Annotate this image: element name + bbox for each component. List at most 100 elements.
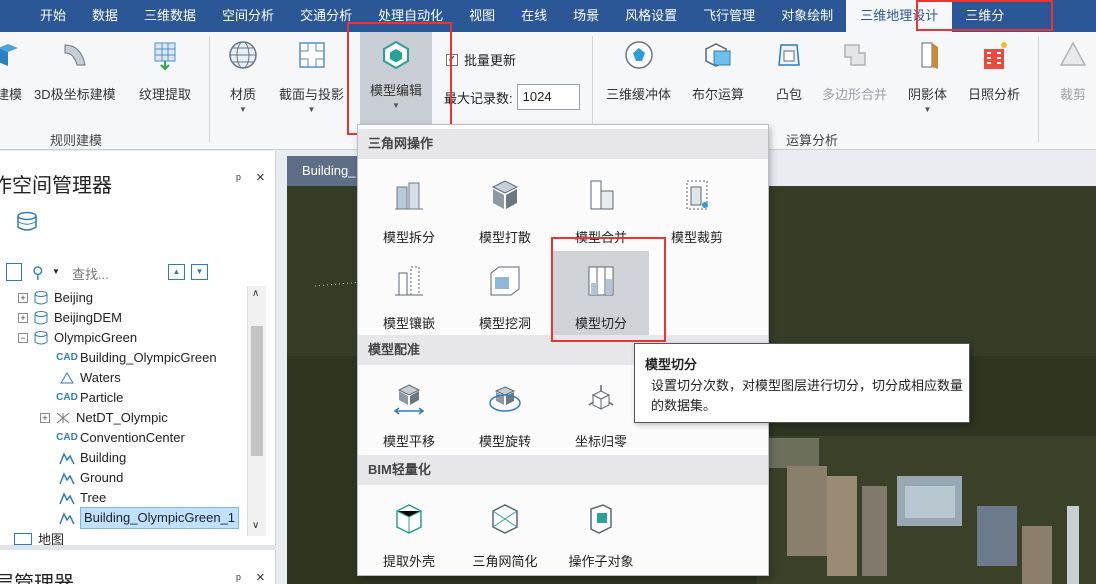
tree-item-ground[interactable]: Ground <box>58 468 123 488</box>
menu-automation[interactable]: 处理自动化 <box>365 0 456 32</box>
model-inlay-button[interactable]: 模型镶嵌 <box>361 251 457 335</box>
menu-bar: 开始 数据 三维数据 空间分析 交通分析 处理自动化 视图 在线 场景 风格设置… <box>0 0 1096 32</box>
expand-icon[interactable]: + <box>18 313 28 323</box>
batch-update-label: 批量更新 <box>464 53 517 68</box>
menu-3d-analysis[interactable]: 三维分 <box>952 0 1017 32</box>
extract-shell-button[interactable]: 提取外壳 <box>361 489 457 573</box>
tree-item-label: Particle <box>80 390 124 405</box>
model-clip-button[interactable]: 模型裁剪 <box>649 165 745 249</box>
document-icon[interactable] <box>6 263 22 281</box>
tree-item-beijing[interactable]: + Beijing <box>18 288 93 308</box>
menu-home[interactable]: 开始 <box>0 0 79 32</box>
close-icon[interactable]: × <box>256 169 265 186</box>
polygon-merge-button[interactable]: 多边形合并 <box>822 38 887 103</box>
section-bim-lightweight: BIM轻量化 <box>358 455 768 485</box>
mesh-simplify-button[interactable]: 三角网简化 <box>457 489 553 573</box>
tree-item-conventioncenter[interactable]: CAD ConventionCenter <box>56 428 185 448</box>
material-button[interactable]: 材质 ▼ <box>226 38 260 114</box>
chevron-up-icon[interactable]: ∧ <box>252 288 259 299</box>
tree-item-label: ConventionCenter <box>80 430 185 445</box>
section-projection-button[interactable]: 截面与投影 ▼ <box>279 38 344 114</box>
pin-icon[interactable]: ᵖ <box>236 171 241 186</box>
search-icon[interactable]: ⚲ <box>32 263 44 283</box>
scrollbar-thumb[interactable] <box>251 326 263 456</box>
model-translate-button[interactable]: 模型平移 <box>361 369 457 453</box>
chevron-down-icon[interactable]: ▼ <box>191 264 208 280</box>
model-cut-label: 模型切分 <box>574 316 627 331</box>
model-split-button[interactable]: 模型拆分 <box>361 165 457 249</box>
extract-shell-label: 提取外壳 <box>382 554 435 569</box>
search-input[interactable]: 查找... <box>72 264 109 283</box>
model-edit-label: 模型编辑 <box>369 83 422 98</box>
shadow-volume-button[interactable]: 阴影体 ▼ <box>908 38 947 114</box>
menu-3d-geodesign[interactable]: 三维地理设计 <box>846 0 953 32</box>
model-edit-button[interactable]: 模型编辑 ▼ <box>360 32 432 124</box>
menu-data[interactable]: 数据 <box>79 0 131 32</box>
menu-traffic-analysis[interactable]: 交通分析 <box>287 0 365 32</box>
sub-object-button[interactable]: 操作子对象 <box>553 489 649 573</box>
boolean-op-button[interactable]: 布尔运算 <box>692 38 744 103</box>
sub-object-label: 操作子对象 <box>568 554 634 569</box>
tree-item-building-olympicgreen[interactable]: CAD Building_OlympicGreen <box>56 348 216 368</box>
model-hole-icon <box>485 261 525 301</box>
texture-extract-button[interactable]: 纹理提取 <box>139 38 191 103</box>
chevron-up-icon[interactable]: ▲ <box>168 264 185 280</box>
3d-buffer-button[interactable]: 三维缓冲体 <box>606 38 671 103</box>
tree-scrollbar[interactable]: ∧ ∨ <box>247 286 266 536</box>
collapse-icon[interactable]: − <box>18 333 28 343</box>
pin-icon[interactable]: ᵖ <box>236 571 241 584</box>
menu-object-draw[interactable]: 对象绘制 <box>768 0 846 32</box>
tree-item-tree[interactable]: Tree <box>58 488 106 508</box>
menu-flight[interactable]: 飞行管理 <box>690 0 768 32</box>
chevron-down-icon: ▼ <box>392 101 400 110</box>
tree-item-label: Ground <box>80 470 124 485</box>
shadow-volume-icon <box>911 38 945 72</box>
boolean-op-icon <box>701 38 735 72</box>
panel-divider[interactable] <box>0 545 276 550</box>
tree-item-label: OlympicGreen <box>54 330 138 345</box>
batch-update-checkbox[interactable]: ✓ <box>446 53 458 66</box>
expand-icon[interactable]: + <box>18 293 28 303</box>
polygon-merge-icon <box>838 38 872 72</box>
extract-shell-icon <box>389 499 429 539</box>
menu-scene[interactable]: 场景 <box>560 0 612 32</box>
tree-item-olympicgreen[interactable]: − OlympicGreen <box>18 328 137 348</box>
clip-button[interactable]: 裁剪 <box>1056 38 1090 103</box>
max-records-input[interactable]: 1024 <box>516 84 580 110</box>
max-records-row: 最大记录数: 1024 <box>444 84 580 110</box>
menu-style[interactable]: 风格设置 <box>612 0 690 32</box>
tree-item-beijingdem[interactable]: + BeijingDEM <box>18 308 122 328</box>
modeling-icon <box>0 38 26 72</box>
section-projection-label: 截面与投影 <box>279 87 345 102</box>
menu-online[interactable]: 在线 <box>508 0 560 32</box>
boolean-op-label: 布尔运算 <box>692 87 745 102</box>
model-cut-button[interactable]: 模型切分 <box>553 251 649 335</box>
tree-item-netdt-olympic[interactable]: + NetDT_Olympic <box>40 408 168 428</box>
clip-icon <box>1056 38 1090 72</box>
model-scatter-label: 模型打散 <box>478 230 531 245</box>
tree-item-building-olympicgreen-1[interactable]: Building_OlympicGreen_1 <box>58 507 240 529</box>
menu-spatial-analysis[interactable]: 空间分析 <box>209 0 287 32</box>
close-icon[interactable]: × <box>256 569 265 584</box>
model-merge-button[interactable]: 模型合并 <box>553 165 649 249</box>
chevron-down-icon[interactable]: ▼ <box>52 267 60 276</box>
tree-item-building[interactable]: Building <box>58 448 126 468</box>
sunlight-analysis-button[interactable]: 日照分析 <box>968 38 1020 103</box>
convex-hull-button[interactable]: 凸包 <box>772 38 806 103</box>
model-rotate-button[interactable]: 模型旋转 <box>457 369 553 453</box>
menu-3d-data[interactable]: 三维数据 <box>131 0 209 32</box>
modeling-button[interactable]: 建模 <box>0 38 26 103</box>
model-hole-button[interactable]: 模型挖洞 <box>457 251 553 335</box>
tree-item-label: NetDT_Olympic <box>76 410 168 425</box>
database-icon[interactable] <box>14 211 40 236</box>
polar-modeling-button[interactable]: 3D极坐标建模 <box>34 38 116 103</box>
chevron-down-icon[interactable]: ∨ <box>252 520 259 531</box>
tree-item-waters[interactable]: Waters <box>58 368 121 388</box>
model-scatter-button[interactable]: 模型打散 <box>457 165 553 249</box>
expand-icon[interactable]: + <box>40 413 50 423</box>
group-label-rule-modeling: 规则建模 <box>50 133 103 148</box>
tree-item-particle[interactable]: CAD Particle <box>56 388 124 408</box>
mesh-simplify-icon <box>485 499 525 539</box>
map-document-tab[interactable]: Building_ <box>287 156 362 186</box>
menu-view[interactable]: 视图 <box>456 0 508 32</box>
